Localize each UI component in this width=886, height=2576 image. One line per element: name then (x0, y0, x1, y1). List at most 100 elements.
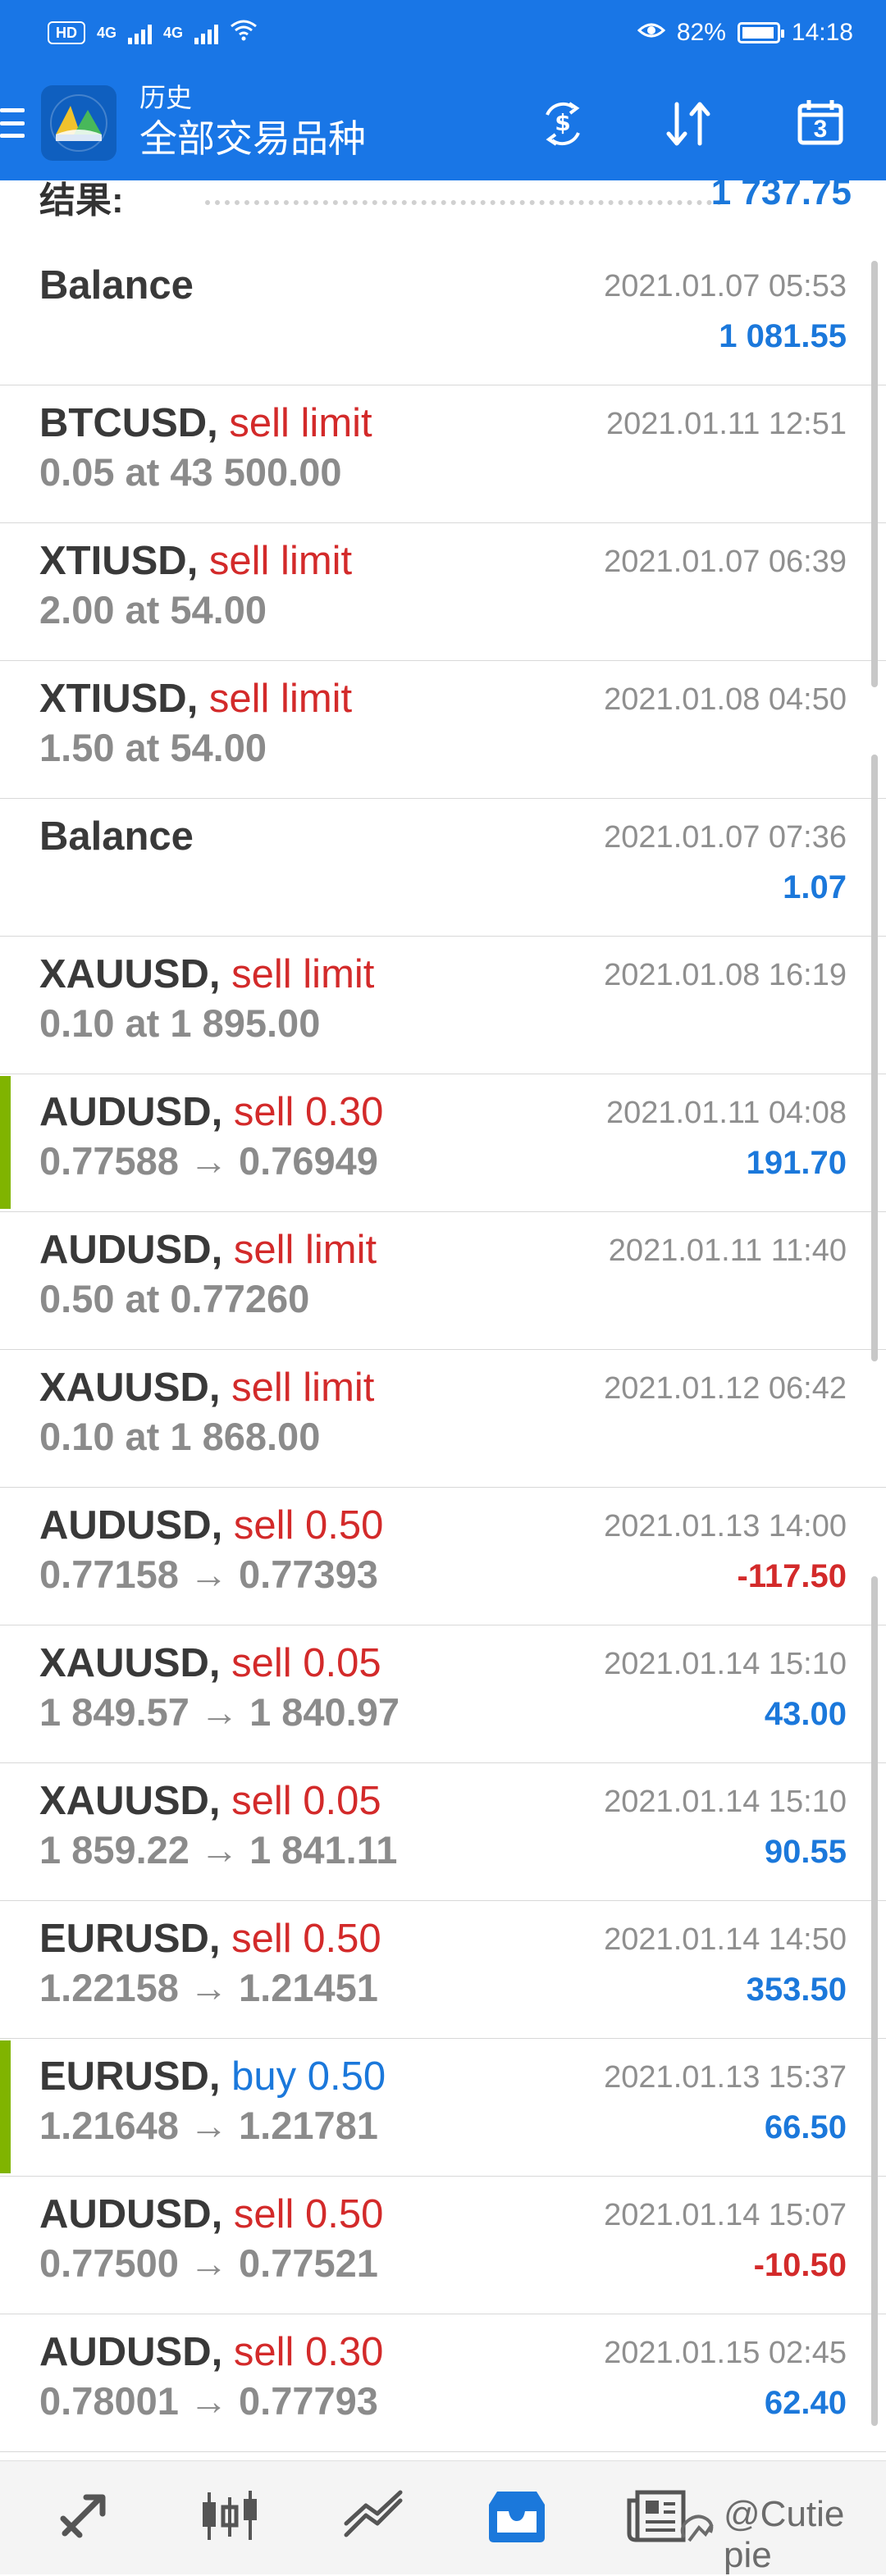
deal-separator: , (211, 1090, 234, 1134)
deal-time: 2021.01.11 12:51 (605, 407, 847, 441)
deal-separator: , (208, 1779, 232, 1823)
deal-price: 0.77500 → 0.77521 (39, 2241, 378, 2285)
deal-time: 2021.01.14 15:10 (604, 1785, 847, 1819)
deal-time: 2021.01.12 06:42 (604, 1371, 847, 1406)
status-right-group: 82% 14:18 (637, 19, 853, 47)
deal-symbol: AUDUSD (39, 1090, 212, 1134)
deal-action: sell 0.05 (231, 1779, 381, 1823)
deal-title: AUDUSD, sell 0.50 (39, 2191, 383, 2237)
sort-button[interactable] (656, 97, 722, 154)
deal-time: 2021.01.11 11:40 (608, 1233, 847, 1268)
deal-profit: 43.00 (764, 1696, 847, 1732)
deal-row[interactable]: Balance 2021.01.07 07:36 1.07 (0, 799, 886, 937)
deal-row[interactable]: AUDUSD, sell 0.50 0.77158 → 0.77393 2021.0… (0, 1488, 886, 1625)
deal-time: 2021.01.13 14:00 (604, 1509, 847, 1543)
history-list-area[interactable]: 结果: 1 737.75 Balance 2021.01.07 05:53 1 08… (0, 180, 886, 2460)
deal-row[interactable]: AUDUSD, sell 0.50 0.77500 → 0.77521 2021.0… (0, 2177, 886, 2314)
wifi-icon (230, 18, 258, 48)
deal-profit: -10.50 (753, 2247, 847, 2283)
deal-title: EURUSD, buy 0.50 (39, 2054, 386, 2100)
deal-price: 1.50 at 54.00 (39, 726, 267, 769)
deal-row[interactable]: XAUUSD, sell limit 0.10 at 1 895.00 2021.0… (0, 937, 886, 1074)
currency-exchange-button[interactable]: $ (530, 97, 596, 154)
deal-separator: , (211, 1228, 234, 1272)
top-app-bar: HD 4G 4G 82% 14:18 历史 全部交易品种 $ 3 (0, 0, 886, 180)
deal-symbol: XTIUSD (39, 539, 187, 583)
watermark-logo-icon (678, 2513, 717, 2558)
calendar-day: 3 (813, 115, 828, 143)
deal-price: 1 849.57 → 1 840.97 (39, 1690, 400, 1734)
deal-separator: , (186, 539, 209, 583)
deal-row[interactable]: AUDUSD, sell 0.30 0.77588 → 0.76949 2021.0… (0, 1074, 886, 1212)
deal-symbol: Balance (39, 814, 194, 859)
deal-action: sell limit (231, 952, 375, 996)
nav-trade-button[interactable] (332, 2481, 414, 2555)
deal-row[interactable]: BTCUSD, sell limit 0.05 at 43 500.00 2021.… (0, 385, 886, 523)
eye-icon (637, 19, 666, 47)
deal-row[interactable]: XTIUSD, sell limit 2.00 at 54.00 2021.01.0… (0, 523, 886, 661)
deal-row[interactable]: XAUUSD, sell 0.05 1 849.57 → 1 840.97 2021… (0, 1625, 886, 1763)
deal-title: XAUUSD, sell limit (39, 951, 374, 997)
deal-profit: 1.07 (783, 869, 847, 905)
history-icon (481, 2485, 553, 2551)
network-label-2: 4G (163, 24, 184, 41)
screen-title: 全部交易品种 (139, 117, 366, 160)
deal-price: 2.00 at 54.00 (39, 588, 267, 631)
currency-exchange-icon: $ (532, 100, 593, 152)
deal-list: Balance 2021.01.07 05:53 1 081.55 BTCUSD, s… (0, 248, 886, 2452)
deal-row[interactable]: AUDUSD, sell limit 0.50 at 0.77260 2021.01… (0, 1212, 886, 1350)
deal-price: 0.50 at 0.77260 (39, 1277, 310, 1320)
deal-title: XTIUSD, sell limit (39, 538, 352, 584)
deal-row[interactable]: Balance 2021.01.07 05:53 1 081.55 (0, 248, 886, 385)
deal-title: XAUUSD, sell limit (39, 1365, 374, 1411)
scrollbar[interactable] (871, 1576, 878, 2426)
deal-symbol: AUDUSD (39, 1503, 212, 1548)
deal-separator: , (208, 952, 232, 996)
calendar-button[interactable]: 3 (788, 97, 853, 154)
deal-time: 2021.01.11 04:08 (605, 1096, 847, 1130)
deal-title: AUDUSD, sell 0.50 (39, 1502, 383, 1548)
quotes-icon (55, 2487, 122, 2549)
screen-subtitle: 历史 (139, 83, 193, 112)
deal-separator: , (208, 2054, 232, 2099)
deal-row[interactable]: XAUUSD, sell 0.05 1 859.22 → 1 841.11 2021… (0, 1763, 886, 1901)
screen-title-group: 历史 全部交易品种 (139, 80, 366, 162)
deal-profit: 191.70 (746, 1145, 847, 1181)
deal-time: 2021.01.14 14:50 (604, 1922, 847, 1957)
status-left-group: HD 4G 4G (48, 18, 258, 48)
deal-symbol: AUDUSD (39, 2330, 212, 2374)
deal-symbol: EURUSD (39, 1917, 209, 1961)
deal-row[interactable]: XTIUSD, sell limit 1.50 at 54.00 2021.01.0… (0, 661, 886, 799)
deal-profit: -117.50 (737, 1558, 847, 1594)
app-logo (41, 85, 116, 161)
deal-row[interactable]: EURUSD, sell 0.50 1.22158 → 1.21451 2021.0… (0, 1901, 886, 2039)
menu-icon[interactable] (0, 108, 25, 138)
deal-action: sell limit (233, 1228, 377, 1272)
deal-price: 0.05 at 43 500.00 (39, 450, 342, 494)
position-marker (0, 1076, 11, 1209)
deal-action: sell 0.50 (233, 1503, 384, 1548)
deal-price: 0.77158 → 0.77393 (39, 1552, 378, 1596)
deal-price: 1.21648 → 1.21781 (39, 2104, 378, 2147)
deal-separator: , (207, 401, 230, 445)
deal-row[interactable]: XAUUSD, sell limit 0.10 at 1 868.00 2021.0… (0, 1350, 886, 1488)
deal-title: XAUUSD, sell 0.05 (39, 1778, 381, 1824)
nav-history-button[interactable] (476, 2481, 558, 2555)
nav-quotes-button[interactable] (48, 2481, 130, 2555)
deal-title: Balance (39, 814, 194, 859)
deal-row[interactable]: AUDUSD, sell 0.30 0.78001 → 0.77793 2021.0… (0, 2314, 886, 2452)
nav-chart-button[interactable] (189, 2481, 271, 2555)
scrollbar[interactable] (871, 261, 878, 687)
scrollbar[interactable] (871, 755, 878, 1361)
deal-time: 2021.01.15 02:45 (604, 2336, 847, 2370)
deal-time: 2021.01.07 07:36 (604, 820, 847, 855)
deal-symbol: Balance (39, 263, 194, 308)
deal-time: 2021.01.14 15:10 (604, 1647, 847, 1681)
svg-text:$: $ (555, 109, 570, 136)
deal-row[interactable]: EURUSD, buy 0.50 1.21648 → 1.21781 2021.01… (0, 2039, 886, 2177)
deal-action: sell 0.30 (233, 1090, 384, 1134)
watermark: @Cutie pie (678, 2494, 886, 2576)
hd-indicator: HD (48, 21, 85, 44)
deal-separator: , (208, 1641, 232, 1685)
deal-profit: 66.50 (764, 2109, 847, 2145)
